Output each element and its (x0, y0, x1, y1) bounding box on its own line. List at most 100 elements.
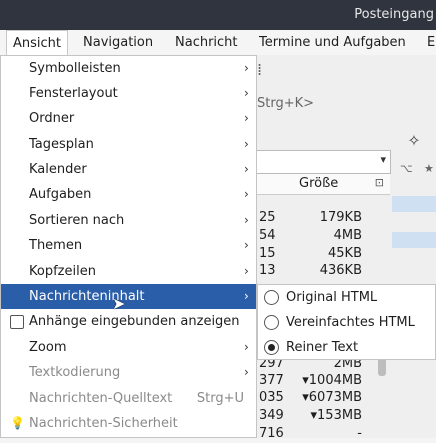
menu-item-label: Ordner (29, 111, 75, 126)
menu-item-themen[interactable]: Themen › (1, 233, 256, 258)
menu-item-sortieren-nach[interactable]: Sortieren nach › (1, 208, 256, 233)
chevron-right-icon: › (244, 264, 249, 278)
chevron-right-icon: › (244, 137, 249, 151)
submenu-item-label: Reiner Text (286, 340, 359, 355)
row-count: 377 (259, 373, 284, 388)
menu-item-label: Kopfzeilen (29, 264, 96, 279)
menu-item-zoom[interactable]: Zoom › (1, 335, 256, 360)
menu-item-label: Zoom (29, 340, 67, 355)
menu-item-anhaenge-eingebunden[interactable]: Anhänge eingebunden anzeigen (1, 309, 256, 334)
message-body-submenu: Original HTML Vereinfachtes HTML Reiner … (257, 284, 436, 360)
menu-item-label: Fensterlayout (29, 86, 118, 101)
menu-ansicht[interactable]: Ansicht (6, 30, 69, 56)
mouse-cursor-icon: ➤ (112, 294, 126, 313)
menu-item-aufgaben[interactable]: Aufgaben › (1, 182, 256, 207)
row-count: 349 (259, 408, 284, 423)
list-item[interactable] (392, 196, 436, 212)
menu-item-nachrichteninhalt[interactable]: Nachrichteninhalt › (1, 284, 256, 309)
row-count: 54 (259, 228, 276, 243)
menu-termine-und-aufgaben[interactable]: Termine und Aufgaben (259, 35, 406, 50)
menu-item-nachrichten-quelltext[interactable]: Nachrichten-Quelltext Strg+U (1, 386, 256, 411)
menu-item-ordner[interactable]: Ordner › (1, 106, 256, 131)
toolbar-separator: ⁞ (257, 60, 263, 79)
checkbox[interactable] (10, 315, 24, 329)
table-row[interactable]: 716 - (257, 426, 390, 443)
row-size: ▾153MB (310, 408, 362, 423)
menu-nachricht[interactable]: Nachricht (175, 35, 238, 50)
table-row[interactable]: 25 179KB (257, 210, 390, 227)
chevron-right-icon: › (244, 340, 249, 354)
thread-icon: ⌥ (400, 162, 413, 175)
menu-item-kopfzeilen[interactable]: Kopfzeilen › (1, 259, 256, 284)
radio-button[interactable] (264, 315, 279, 330)
row-size: ▾1004MB (302, 373, 362, 388)
message-list-columns-right: ⌥ ★ (392, 160, 436, 280)
chevron-right-icon: › (244, 213, 249, 227)
lightbulb-icon: 💡 (10, 416, 25, 430)
menu-item-label: Textkodierung (29, 365, 121, 380)
menu-item-label: Nachrichteninhalt (29, 289, 145, 304)
radio-button-selected[interactable] (264, 340, 279, 355)
star-icon[interactable]: ★ (424, 162, 434, 175)
search-hint: Strg+K> (257, 96, 315, 111)
submenu-item-original-html[interactable]: Original HTML (258, 285, 435, 310)
row-count: 15 (259, 246, 276, 261)
row-size: 179KB (319, 210, 362, 225)
menu-navigation[interactable]: Navigation (83, 35, 153, 50)
table-row[interactable]: 349 ▾153MB (257, 408, 390, 425)
chevron-right-icon: › (244, 365, 249, 379)
chevron-right-icon: › (244, 162, 249, 176)
row-size: 4MB (333, 228, 362, 243)
menu-item-textkodierung[interactable]: Textkodierung › (1, 360, 256, 385)
row-size: ▾6073MB (302, 390, 362, 405)
list-item[interactable] (392, 232, 436, 248)
menubar: Ansicht Navigation Nachricht Termine und… (0, 30, 436, 56)
row-count: 035 (259, 390, 284, 405)
pin-icon[interactable]: ✧ (396, 128, 432, 154)
table-row[interactable]: 54 4MB (257, 228, 390, 245)
window-titlebar: Posteingang (0, 0, 436, 30)
row-count: 13 (259, 263, 276, 278)
menu-item-symbolleisten[interactable]: Symbolleisten › (1, 56, 256, 81)
menu-item-label: Themen (29, 238, 83, 253)
submenu-item-vereinfachtes-html[interactable]: Vereinfachtes HTML (258, 310, 435, 335)
list-item[interactable]: ⌥ ★ (392, 162, 436, 178)
menu-item-fensterlayout[interactable]: Fensterlayout › (1, 81, 256, 106)
radio-button[interactable] (264, 290, 279, 305)
menu-item-label: Anhänge eingebunden anzeigen (29, 314, 240, 329)
submenu-item-label: Vereinfachtes HTML (286, 315, 415, 330)
row-count: 25 (259, 210, 276, 225)
column-picker-icon[interactable]: ⊡ (375, 176, 384, 189)
menu-item-label: Nachrichten-Sicherheit (29, 416, 178, 431)
menu-item-label: Nachrichten-Quelltext (29, 391, 173, 406)
row-size: 436KB (319, 263, 362, 278)
table-row[interactable]: 15 45KB (257, 246, 390, 263)
row-size: - (357, 426, 362, 441)
menu-item-label: Kalender (29, 162, 87, 177)
menu-item-nachrichten-sicherheit[interactable]: 💡 Nachrichten-Sicherheit (1, 411, 256, 436)
menu-item-label: Aufgaben (29, 187, 92, 202)
chevron-right-icon: › (244, 289, 249, 303)
table-row[interactable]: 13 436KB (257, 263, 390, 280)
menu-item-label: Sortieren nach (29, 213, 125, 228)
menu-item-tagesplan[interactable]: Tagesplan › (1, 132, 256, 157)
chevron-right-icon: › (244, 187, 249, 201)
table-row[interactable]: 377 ▾1004MB (257, 373, 390, 390)
chevron-right-icon: › (244, 86, 249, 100)
filter-combobox[interactable]: ▾ (257, 150, 391, 174)
chevron-right-icon: › (244, 61, 249, 75)
menu-extras[interactable]: E (427, 35, 435, 50)
column-size[interactable]: Größe (299, 176, 338, 191)
table-row[interactable]: 035 ▾6073MB (257, 390, 390, 407)
menu-item-label: Tagesplan (29, 137, 94, 152)
submenu-item-reiner-text[interactable]: Reiner Text (258, 335, 435, 360)
menu-item-label: Symbolleisten (29, 61, 121, 76)
menu-item-kalender[interactable]: Kalender › (1, 157, 256, 182)
menu-item-shortcut: Strg+U (196, 391, 244, 406)
row-size: 45KB (328, 246, 362, 261)
view-menu: Symbolleisten › Fensterlayout › Ordner ›… (0, 55, 257, 438)
window-title: Posteingang (354, 7, 434, 22)
message-list-header: Größe ⊡ (257, 174, 390, 195)
submenu-item-label: Original HTML (286, 290, 378, 305)
chevron-down-icon: ▾ (380, 153, 386, 166)
